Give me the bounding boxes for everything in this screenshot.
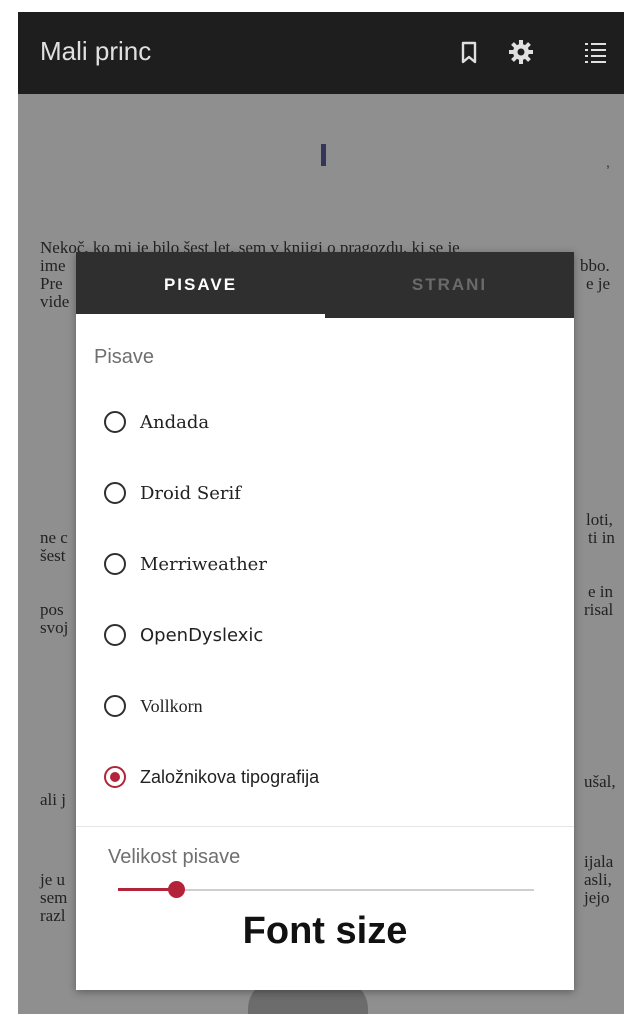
text-line: pos [40, 600, 64, 619]
font-option-opendyslexic[interactable]: OpenDyslexic [104, 615, 263, 655]
fonts-section-title: Pisave [94, 346, 155, 368]
text-line: sem [40, 888, 68, 907]
divider [76, 826, 574, 827]
dialog-tabs: PISAVE STRANI [76, 252, 574, 318]
font-option-publisher[interactable]: Založnikova tipografija [104, 757, 319, 797]
text-line: ijala [584, 852, 614, 871]
font-size-slider[interactable] [118, 880, 534, 900]
font-option-droid-serif[interactable]: Droid Serif [104, 473, 241, 513]
chapter-mark [321, 144, 326, 166]
font-settings-dialog: PISAVE STRANI Pisave Andada Droid Serif … [76, 252, 574, 990]
trailing-mark: , [606, 154, 610, 170]
radio-checked-icon[interactable] [104, 766, 126, 788]
text-line: svoj [40, 618, 69, 637]
active-tab-indicator [76, 314, 325, 318]
font-option-label: Andada [140, 411, 210, 433]
text-line: ali j [40, 790, 66, 809]
font-option-merriweather[interactable]: Merriweather [104, 544, 267, 584]
font-option-label: Merriweather [140, 553, 267, 575]
text-line: loti, [586, 510, 613, 529]
text-line: e je [586, 274, 611, 293]
font-size-preview: Font size [242, 910, 408, 952]
radio-icon[interactable] [104, 411, 126, 433]
radio-icon[interactable] [104, 482, 126, 504]
font-option-andada[interactable]: Andada [104, 402, 209, 442]
text-line: ti in [588, 528, 615, 547]
app-title: Mali princ [40, 36, 152, 66]
text-line: razl [40, 906, 66, 925]
text-line: bbo. [580, 256, 610, 275]
radio-icon[interactable] [104, 695, 126, 717]
text-line: risal [584, 600, 614, 619]
text-line: ne c [40, 528, 68, 547]
radio-icon[interactable] [104, 553, 126, 575]
tab-fonts[interactable]: PISAVE [76, 252, 325, 318]
text-line: jejo [584, 888, 610, 907]
list-icon[interactable] [580, 37, 610, 67]
bookmark-icon[interactable] [454, 37, 484, 67]
font-option-label: Droid Serif [140, 482, 241, 504]
text-line: e in [588, 582, 614, 601]
app-bar: Mali princ [18, 12, 624, 94]
font-option-label: Vollkorn [140, 695, 203, 716]
font-option-label: OpenDyslexic [140, 624, 264, 646]
text-line: šest [40, 546, 66, 565]
text-line: je u [40, 870, 66, 889]
tab-pages[interactable]: STRANI [325, 252, 574, 318]
font-option-label: Založnikova tipografija [140, 766, 320, 787]
text-line: ime [40, 256, 66, 275]
text-line: asli, [584, 870, 612, 889]
text-line: ušal, [584, 772, 616, 791]
radio-icon[interactable] [104, 624, 126, 646]
font-size-title: Velikost pisave [108, 846, 241, 868]
font-option-vollkorn[interactable]: Vollkorn [104, 686, 203, 726]
text-line: vide [40, 292, 70, 311]
slider-thumb[interactable] [168, 881, 185, 898]
gear-icon[interactable] [506, 37, 536, 67]
text-line: Pre [40, 274, 63, 293]
